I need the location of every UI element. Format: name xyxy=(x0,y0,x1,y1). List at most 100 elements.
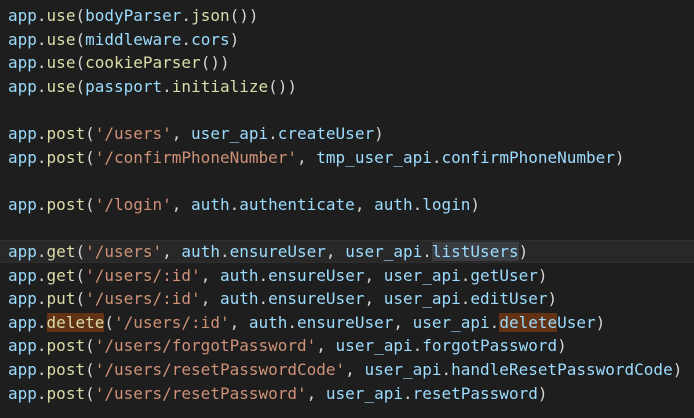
code-token: ( xyxy=(75,265,86,285)
code-token: . xyxy=(36,265,47,285)
code-line[interactable]: app.post('/users/resetPassword', user_ap… xyxy=(8,382,694,405)
code-line[interactable]: app.use(passport.initialize()) xyxy=(8,75,694,98)
code-token: ( xyxy=(75,29,86,49)
current-code-line[interactable]: app.get('/users', auth.ensureUser, user_… xyxy=(0,240,694,263)
code-token: ) xyxy=(614,147,625,167)
code-editor[interactable]: app.use(bodyParser.json()) app.use(middle… xyxy=(0,0,694,418)
code-line[interactable]: app.post('/confirmPhoneNumber', tmp_user… xyxy=(8,146,694,169)
code-line[interactable] xyxy=(8,98,694,121)
code-token: , xyxy=(364,289,384,309)
code-token: , xyxy=(171,124,192,143)
code-line[interactable]: app.put('/users/:id', auth.ensureUser, u… xyxy=(8,287,694,310)
code-token: ensureUser xyxy=(229,242,326,261)
code-token: '/users/resetPasswordCode' xyxy=(94,360,346,379)
code-token: createUser xyxy=(277,124,375,143)
code-token: . xyxy=(36,383,47,403)
code-token: ( xyxy=(75,76,86,96)
code-token: , xyxy=(171,194,192,214)
code-token: user_api xyxy=(345,242,423,261)
code-token: '/users' xyxy=(94,124,172,143)
code-token: '/users/forgotPassword' xyxy=(94,336,317,356)
code-token: ( xyxy=(85,147,95,167)
code-token: . xyxy=(36,53,47,73)
code-line[interactable]: app.use(middleware.cors) xyxy=(8,28,694,51)
code-token: . xyxy=(36,147,47,167)
code-token: ensureUser xyxy=(297,312,394,332)
code-token: . xyxy=(258,289,269,309)
code-token: ( xyxy=(104,312,114,332)
code-token: post xyxy=(46,194,86,214)
code-token: get xyxy=(46,242,76,261)
code-token: app xyxy=(8,29,37,49)
code-token: auth xyxy=(219,265,259,285)
code-token: user_api xyxy=(325,383,403,403)
code-token: post xyxy=(46,336,86,356)
code-token: user_api xyxy=(364,360,442,379)
code-token: auth xyxy=(248,312,288,332)
code-token: delete xyxy=(46,312,105,332)
code-token: use xyxy=(46,76,76,96)
code-line[interactable]: app.delete('/users/:id', auth.ensureUser… xyxy=(8,311,694,334)
code-token: app xyxy=(8,53,37,73)
code-token: ) xyxy=(518,242,529,261)
code-token: login xyxy=(422,194,471,214)
code-token: . xyxy=(36,289,47,309)
code-token: '/login' xyxy=(94,194,172,214)
code-token: ) xyxy=(557,336,567,356)
code-token: ()) xyxy=(229,6,259,25)
code-token: , xyxy=(364,265,384,285)
code-token: . xyxy=(460,265,471,285)
code-token: , xyxy=(325,242,346,261)
code-token: . xyxy=(36,194,47,214)
code-token: app xyxy=(8,383,37,403)
code-token: middleware xyxy=(85,29,182,49)
code-token: ) xyxy=(547,289,558,309)
code-token: '/users/:id' xyxy=(85,265,201,285)
code-line[interactable]: app.post('/users', user_api.createUser) xyxy=(8,122,694,145)
code-token: , xyxy=(306,383,326,403)
code-token: post xyxy=(46,147,86,167)
code-line[interactable]: app.post('/users/resetPasswordCode', use… xyxy=(8,358,694,381)
code-token: ()) xyxy=(268,76,298,96)
code-token: ) xyxy=(537,265,548,285)
code-token: app xyxy=(8,312,37,332)
code-token: use xyxy=(46,29,76,49)
code-line[interactable]: app.post('/users/forgotPassword', user_a… xyxy=(8,334,694,357)
code-token: ) xyxy=(229,29,240,49)
code-line[interactable] xyxy=(8,169,694,192)
code-token: , xyxy=(200,289,220,309)
code-token: resetPassword xyxy=(412,383,538,403)
code-line[interactable]: app.get('/users/:id', auth.ensureUser, u… xyxy=(8,264,694,287)
code-token: . xyxy=(431,147,442,167)
code-token: tmp_user_api xyxy=(316,147,432,167)
code-token: . xyxy=(268,124,278,143)
code-token: . xyxy=(36,76,47,96)
code-token: auth xyxy=(374,194,413,214)
code-line[interactable]: app.post('/login', auth.authenticate, au… xyxy=(8,193,694,216)
code-token: ) xyxy=(537,383,548,403)
code-line[interactable] xyxy=(8,216,694,239)
code-token: . xyxy=(36,336,47,356)
code-line[interactable]: app.use(bodyParser.json()) xyxy=(8,4,694,27)
code-token: cors xyxy=(191,29,230,49)
code-token: . xyxy=(162,76,172,96)
code-token: app xyxy=(8,147,37,167)
code-line[interactable]: app.use(cookieParser()) xyxy=(8,51,694,74)
code-token: . xyxy=(412,336,423,356)
code-token: . xyxy=(181,6,192,25)
code-token: listUsers xyxy=(431,242,519,261)
code-token: user_api xyxy=(383,289,461,309)
code-token: ()) xyxy=(200,53,230,73)
code-token: ( xyxy=(85,124,95,143)
code-token: . xyxy=(36,242,47,261)
code-token: app xyxy=(8,265,37,285)
code-token: ensureUser xyxy=(268,265,365,285)
code-token: ( xyxy=(85,383,95,403)
code-token: post xyxy=(46,124,86,143)
code-token: handleResetPasswordCode xyxy=(451,360,673,379)
code-token: user_api xyxy=(412,312,490,332)
code-token: . xyxy=(181,29,192,49)
code-token: initialize xyxy=(171,76,269,96)
code-token: ) xyxy=(374,124,384,143)
code-token: post xyxy=(46,360,86,379)
